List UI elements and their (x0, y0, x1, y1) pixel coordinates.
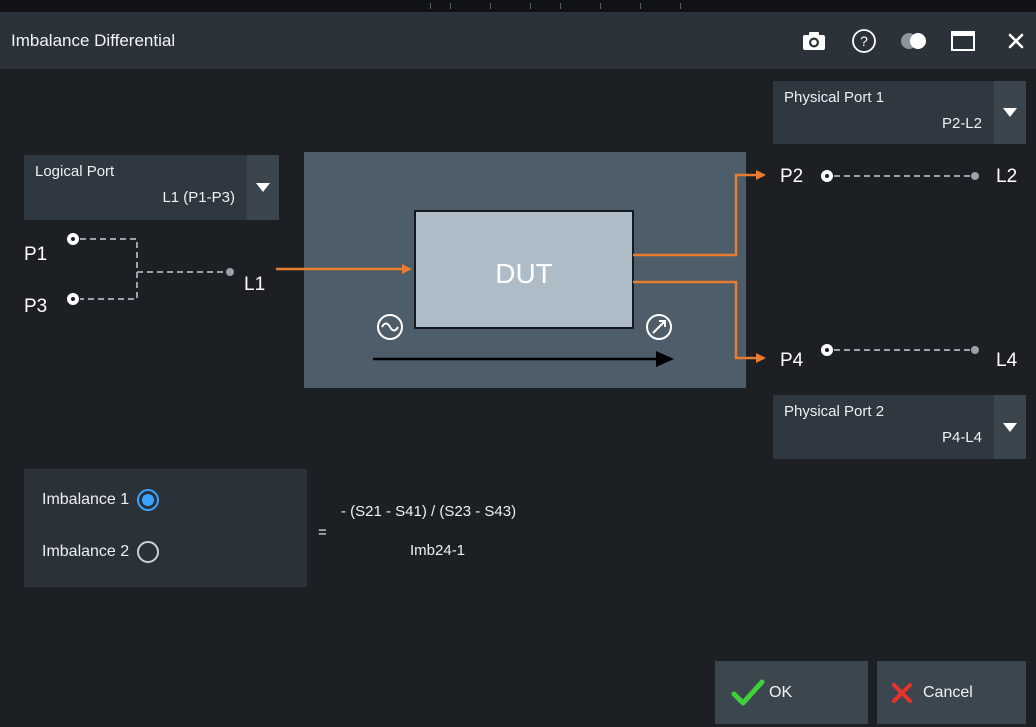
imbalance-1-option[interactable]: Imbalance 1 (42, 485, 160, 515)
imbalance-2-label: Imbalance 2 (42, 543, 130, 560)
cancel-label: Cancel (923, 683, 973, 701)
checkmark-icon (731, 679, 765, 705)
help-icon[interactable]: ? (848, 25, 880, 57)
physical-port-2-label: Physical Port 2 (784, 403, 885, 420)
port-p3-label: P3 (24, 296, 47, 317)
l1-terminal (226, 268, 234, 276)
dialog-body: Logical Port L1 (P1-P3) Physical Port 1 … (0, 69, 1036, 727)
logical-l2-label: L2 (996, 166, 1017, 187)
logical-l1-label: L1 (244, 274, 265, 295)
ok-label: OK (769, 683, 793, 701)
imbalance-2-radio[interactable] (137, 541, 160, 563)
svg-text:?: ? (860, 33, 868, 49)
dialog-titlebar: Imbalance Differential ? (0, 12, 1036, 69)
imbalance-name: Imb24-1 (410, 542, 466, 559)
port-p4-label: P4 (780, 350, 804, 371)
p1-p3-connector (80, 238, 228, 300)
background-strip (0, 0, 1036, 12)
physical-port-2-dropdown[interactable]: Physical Port 2 P4-L4 (773, 395, 1026, 459)
cancel-button[interactable]: Cancel (877, 661, 1026, 724)
port-diagram: DUT P1 P3 L1 P2 L2 P4 L4 (24, 152, 1018, 388)
imbalance-selector: Imbalance 1 Imbalance 2 (24, 469, 307, 587)
imbalance-2-option[interactable]: Imbalance 2 (42, 537, 160, 567)
maximize-icon[interactable] (947, 25, 979, 57)
equals-sign: = (318, 524, 327, 541)
dialog-title: Imbalance Differential (11, 31, 176, 50)
chevron-down-icon (994, 395, 1026, 459)
toggle-icon[interactable] (898, 25, 930, 57)
port-p2-label: P2 (780, 166, 803, 187)
imbalance-formula: - (S21 - S41) / (S23 - S43) (341, 503, 517, 520)
x-icon (892, 682, 912, 703)
ok-button[interactable]: OK (715, 661, 868, 724)
physical-port-2-value: P4-L4 (941, 429, 982, 446)
dut-label: DUT (495, 258, 553, 289)
close-icon[interactable] (1000, 25, 1032, 57)
logical-l4-label: L4 (996, 350, 1018, 371)
imbalance-1-label: Imbalance 1 (42, 491, 130, 508)
imbalance-1-radio[interactable] (137, 489, 160, 511)
port-p1-label: P1 (24, 244, 47, 265)
camera-icon[interactable] (798, 25, 830, 57)
